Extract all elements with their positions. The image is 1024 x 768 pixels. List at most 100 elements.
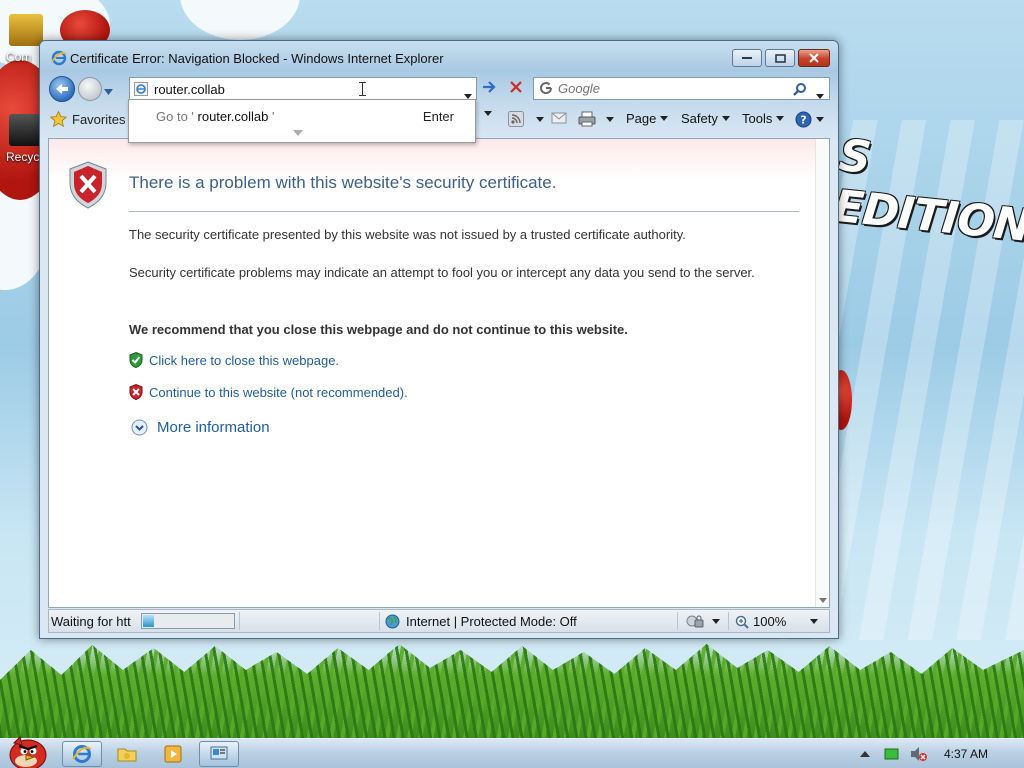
favorites-button[interactable]: Favorites (50, 111, 125, 127)
network-panel-icon (210, 746, 228, 760)
svg-text:?: ? (800, 114, 806, 127)
print-button[interactable] (578, 111, 614, 127)
error-warning: Security certificate problems may indica… (129, 265, 755, 280)
recycle-bin-icon (9, 114, 43, 146)
chevron-down-icon (536, 116, 544, 122)
go-button[interactable] (481, 79, 497, 98)
address-input[interactable] (154, 82, 444, 97)
enter-hint: Enter (422, 109, 454, 124)
feeds-button[interactable] (508, 111, 544, 127)
status-text: Waiting for htt (51, 614, 131, 629)
chevron-down-icon (712, 618, 720, 624)
search-input[interactable] (558, 81, 778, 96)
green-shield-check-icon (129, 352, 143, 368)
help-icon: ? (795, 111, 812, 128)
red-shield-x-icon (129, 384, 143, 400)
expand-suggestions-icon[interactable] (293, 130, 303, 136)
search-options-dropdown-icon[interactable] (816, 87, 824, 102)
taskbar-ie-button[interactable] (62, 741, 102, 767)
taskbar-media-button[interactable] (154, 741, 192, 767)
maximize-icon (774, 53, 786, 63)
system-tray (860, 739, 928, 768)
safety-menu[interactable]: Safety (681, 111, 730, 126)
home-dropdown[interactable] (484, 111, 492, 116)
ie-logo-icon (72, 745, 92, 763)
close-webpage-link[interactable]: Click here to close this webpage. (149, 353, 339, 368)
text-cursor-icon (359, 82, 366, 96)
search-box[interactable] (533, 77, 830, 100)
printer-icon (578, 111, 596, 127)
goto-prefix: Go to ' (156, 109, 194, 124)
minimize-button[interactable] (732, 49, 762, 67)
google-g-icon (539, 81, 553, 98)
wallpaper-edition-text: S EDITION (831, 130, 1024, 252)
folder-icon (117, 748, 137, 762)
go-arrow-icon (483, 81, 496, 93)
scroll-down-icon[interactable] (819, 598, 827, 603)
close-webpage-option: Click here to close this webpage. (129, 352, 339, 368)
status-separator (677, 612, 678, 630)
wallpaper-cloud (180, 0, 300, 40)
start-button[interactable] (4, 733, 48, 768)
back-arrow-icon (56, 84, 68, 94)
more-information-label: More information (157, 419, 270, 436)
status-separator (239, 612, 240, 630)
read-mail-button[interactable] (551, 111, 567, 125)
help-menu[interactable]: ? (795, 111, 824, 128)
stop-button[interactable] (508, 79, 524, 98)
taskbar-network-button[interactable] (199, 741, 239, 767)
page-ie-icon (134, 82, 148, 99)
show-hidden-icons-icon[interactable] (860, 750, 870, 758)
internet-globe-icon (385, 614, 400, 629)
search-icon[interactable] (793, 82, 807, 99)
zoom-control[interactable]: 100% (735, 614, 819, 629)
network-status-icon[interactable] (884, 747, 900, 761)
chevron-down-icon (776, 116, 785, 121)
wallpaper-grass (0, 644, 1024, 740)
goto-target: router.collab (197, 109, 269, 124)
tools-menu-label: Tools (742, 111, 773, 126)
forward-button[interactable] (78, 77, 102, 101)
tools-menu[interactable]: Tools (742, 111, 785, 126)
zoom-level: 100% (753, 614, 787, 629)
goto-suggestion[interactable]: Go to ' router.collab ' (156, 109, 274, 124)
divider (129, 211, 799, 212)
address-bar[interactable] (129, 77, 477, 100)
ie-logo-icon (51, 50, 67, 69)
maximize-button[interactable] (765, 49, 795, 67)
desktop-icon-label: Com (6, 50, 32, 64)
expand-circle-icon (131, 419, 148, 436)
vertical-scrollbar[interactable] (815, 139, 829, 607)
close-button[interactable] (798, 49, 830, 67)
loading-progress-bar (141, 613, 235, 629)
security-zone[interactable]: Internet | Protected Mode: Off (385, 614, 577, 629)
continue-to-website-link[interactable]: Continue to this website (not recommende… (149, 385, 408, 400)
page-menu[interactable]: Page (626, 111, 669, 126)
volume-muted-icon[interactable] (910, 746, 928, 762)
zoom-magnifier-icon (735, 615, 749, 629)
taskbar-clock[interactable]: 4:37 AM (944, 747, 988, 761)
close-icon (809, 53, 819, 63)
safety-menu-label: Safety (681, 111, 718, 126)
mail-icon (551, 112, 567, 124)
error-title: There is a problem with this website's s… (129, 173, 557, 192)
taskbar-explorer-button[interactable] (108, 741, 146, 767)
minimize-icon (742, 57, 752, 59)
favorites-label: Favorites (72, 111, 126, 127)
more-information-toggle[interactable]: More information (131, 419, 270, 436)
taskbar: 4:37 AM (0, 736, 1024, 768)
error-description: The security certificate presented by th… (129, 227, 686, 242)
continue-option: Continue to this website (not recommende… (129, 384, 408, 400)
back-button[interactable] (49, 76, 75, 102)
history-dropdown-icon[interactable] (104, 83, 113, 98)
chevron-down-icon (484, 111, 492, 116)
window-title: Certificate Error: Navigation Blocked - … (70, 51, 444, 66)
chevron-down-icon (721, 116, 730, 121)
chevron-down-icon (816, 117, 824, 122)
progress-fill (143, 615, 155, 627)
error-shield-icon (68, 161, 108, 212)
title-bar[interactable]: Certificate Error: Navigation Blocked - … (40, 41, 838, 73)
chevron-down-icon (660, 116, 669, 121)
rss-feed-icon (508, 111, 524, 127)
protected-mode-indicator[interactable] (686, 614, 720, 628)
